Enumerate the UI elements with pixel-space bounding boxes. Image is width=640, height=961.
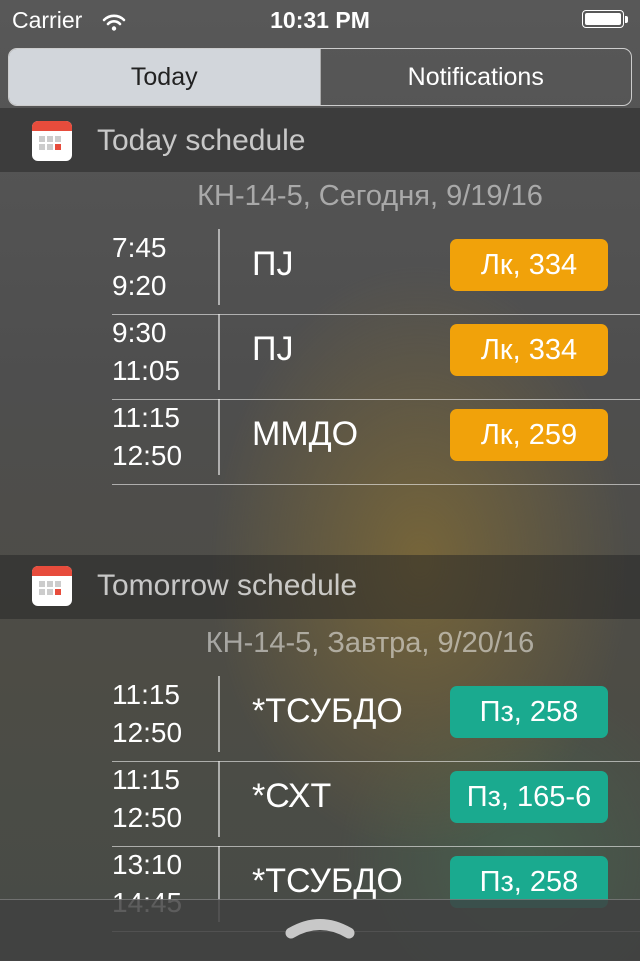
lesson-subject: ПЈ — [252, 245, 294, 283]
calendar-icon — [32, 121, 72, 161]
divider — [218, 314, 220, 390]
start-time: 11:15 — [112, 764, 180, 795]
view-segmented-control: Today Notifications — [8, 48, 632, 106]
chevron-up-icon[interactable] — [284, 914, 356, 945]
lesson-subject: *ТСУБДО — [252, 862, 403, 900]
bottom-handle-bar[interactable] — [0, 899, 640, 961]
status-bar: Carrier 10:31 PM — [0, 0, 640, 40]
end-time: 12:50 — [112, 717, 183, 748]
lesson-row[interactable]: 11:15 12:50 *СХТ Пз, 165-6 — [112, 761, 640, 847]
start-time: 9:30 — [112, 317, 167, 348]
lesson-row[interactable]: 11:15 12:50 ММДО Лк, 259 — [112, 399, 640, 485]
divider — [218, 399, 220, 475]
tomorrow-date-label: КН-14-5, Завтра, 9/20/16 — [205, 627, 535, 659]
lesson-subject: *СХТ — [252, 777, 332, 815]
divider — [218, 229, 220, 305]
divider — [218, 761, 220, 837]
today-section-header[interactable]: Today schedule — [0, 108, 640, 172]
tab-today[interactable]: Today — [9, 49, 320, 105]
lesson-row[interactable]: 11:15 12:50 *ТСУБДО Пз, 258 — [112, 676, 640, 762]
lesson-subject: ММДО — [252, 415, 359, 453]
lesson-time: 11:15 12:50 — [112, 761, 212, 837]
status-time: 10:31 PM — [270, 7, 370, 33]
today-date-label: КН-14-5, Сегодня, 9/19/16 — [197, 180, 543, 212]
end-time: 12:50 — [112, 440, 183, 471]
start-time: 7:45 — [112, 232, 167, 263]
start-time: 13:10 — [112, 849, 183, 880]
battery-icon — [582, 10, 630, 30]
lesson-subject: *ТСУБДО — [252, 692, 403, 730]
tomorrow-section-header[interactable]: Tomorrow schedule — [0, 555, 640, 619]
lesson-time: 11:15 12:50 — [112, 676, 212, 752]
lesson-time: 11:15 12:50 — [112, 399, 212, 475]
end-time: 11:05 — [112, 355, 180, 386]
end-time: 9:20 — [112, 270, 167, 301]
room-badge: Лк, 259 — [450, 409, 608, 461]
lesson-time: 9:30 11:05 — [112, 314, 212, 390]
tab-notifications[interactable]: Notifications — [319, 49, 632, 105]
room-badge: Пз, 258 — [450, 686, 608, 738]
room-badge: Лк, 334 — [450, 324, 608, 376]
section-title: Today schedule — [97, 124, 306, 157]
start-time: 11:15 — [112, 679, 180, 710]
room-badge: Пз, 165-6 — [450, 771, 608, 823]
lesson-time: 7:45 9:20 — [112, 229, 212, 305]
lesson-subject: ПЈ — [252, 330, 294, 368]
calendar-icon — [32, 566, 72, 606]
divider — [218, 676, 220, 752]
end-time: 12:50 — [112, 802, 183, 833]
section-title: Tomorrow schedule — [97, 569, 358, 602]
room-badge: Лк, 334 — [450, 239, 608, 291]
lesson-row[interactable]: 7:45 9:20 ПЈ Лк, 334 — [112, 229, 640, 315]
lesson-row[interactable]: 9:30 11:05 ПЈ Лк, 334 — [112, 314, 640, 400]
start-time: 11:15 — [112, 402, 180, 433]
